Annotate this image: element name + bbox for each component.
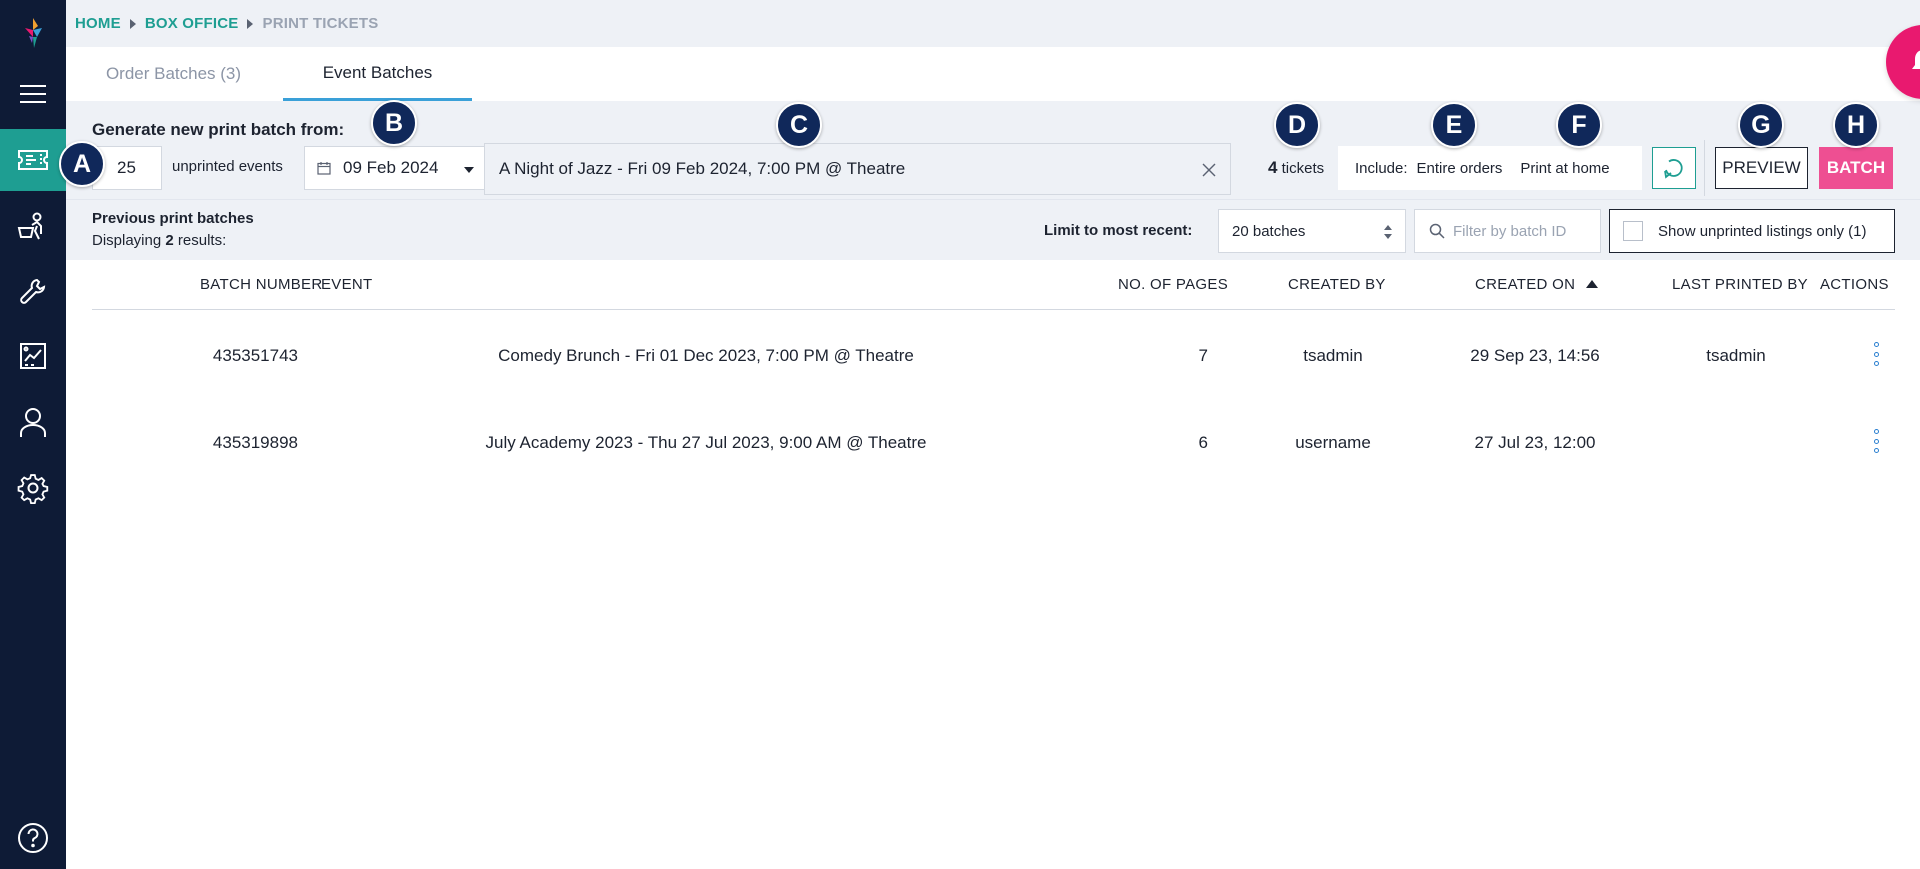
tickets-count: 4 tickets <box>1268 158 1324 178</box>
calendar-icon <box>317 162 331 175</box>
annotation-badge-b: B <box>371 100 417 146</box>
pages-cell: 7 <box>1198 346 1208 365</box>
breadcrumb-box-office-link[interactable]: BOX OFFICE <box>145 15 239 32</box>
table-row: 435319898 July Academy 2023 - Thu 27 Jul… <box>92 397 1895 484</box>
results-count: Displaying 2 results: <box>92 232 226 249</box>
chevron-down-icon <box>464 167 474 173</box>
show-unprinted-toggle[interactable]: Show unprinted listings only (1) <box>1609 209 1895 253</box>
limit-select-value: 20 batches <box>1232 222 1306 240</box>
batch-number-cell: 435319898 <box>212 433 298 452</box>
annotation-badge-f: F <box>1556 102 1602 148</box>
generate-batch-title: Generate new print batch from: <box>92 120 345 139</box>
preview-button[interactable]: PREVIEW <box>1715 147 1808 189</box>
previous-batches-title: Previous print batches <box>92 210 254 227</box>
event-cell: Comedy Brunch - Fri 01 Dec 2023, 7:00 PM… <box>498 346 914 365</box>
header-created-on[interactable]: CREATED ON <box>1475 276 1575 293</box>
breadcrumb: HOME BOX OFFICE PRINT TICKETS <box>66 0 1920 47</box>
sort-arrows-icon <box>1384 225 1392 239</box>
annotation-badge-h: H <box>1833 102 1879 148</box>
breadcrumb-home-link[interactable]: HOME <box>75 15 121 32</box>
header-no-of-pages[interactable]: NO. OF PAGES <box>1118 276 1228 293</box>
event-select[interactable]: A Night of Jazz - Fri 09 Feb 2024, 7:00 … <box>484 143 1231 195</box>
results-suffix: results: <box>177 232 227 249</box>
menu-icon[interactable] <box>0 63 66 125</box>
reports-icon[interactable] <box>0 325 66 387</box>
annotation-badge-a: A <box>59 141 105 187</box>
user-icon[interactable] <box>0 391 66 453</box>
sort-ascending-icon[interactable] <box>1586 280 1598 288</box>
more-actions-icon[interactable] <box>1871 429 1881 453</box>
settings-gear-icon[interactable] <box>0 457 66 519</box>
header-actions: ACTIONS <box>1820 276 1889 293</box>
tab-order-batches[interactable]: Order Batches (3) <box>82 47 265 101</box>
header-last-printed-by[interactable]: LAST PRINTED BY <box>1672 276 1808 293</box>
table-header: BATCH NUMBER EVENT NO. OF PAGES CREATED … <box>92 260 1895 310</box>
search-icon <box>1429 223 1445 239</box>
tab-bar: Order Batches (3) Event Batches <box>66 47 1920 101</box>
created-on-cell: 27 Jul 23, 12:00 <box>1474 433 1596 452</box>
event-select-value: A Night of Jazz - Fri 09 Feb 2024, 7:00 … <box>499 159 906 178</box>
header-batch-number[interactable]: BATCH NUMBER <box>200 276 323 293</box>
include-options: Include: Entire orders Print at home <box>1338 146 1642 190</box>
header-event[interactable]: EVENT <box>321 276 373 293</box>
unprinted-events-label: unprinted events <box>172 158 283 175</box>
created-on-cell: 29 Sep 23, 14:56 <box>1470 346 1600 365</box>
show-unprinted-label: Show unprinted listings only (1) <box>1658 222 1867 240</box>
tickets-number: 4 <box>1268 158 1278 177</box>
ticket-icon[interactable] <box>0 129 66 191</box>
refresh-icon <box>1664 159 1683 179</box>
breadcrumb-current: PRINT TICKETS <box>262 15 379 32</box>
annotation-badge-e: E <box>1431 102 1477 148</box>
filter-batch-field[interactable] <box>1414 209 1601 253</box>
bell-icon <box>1912 50 1920 69</box>
main-content: HOME BOX OFFICE PRINT TICKETS Order Batc… <box>59 0 1920 869</box>
wrench-icon[interactable] <box>0 260 66 322</box>
more-actions-icon[interactable] <box>1871 342 1881 366</box>
limit-select[interactable]: 20 batches <box>1218 209 1406 253</box>
date-picker[interactable]: 09 Feb 2024 <box>304 146 486 190</box>
pages-cell: 6 <box>1198 433 1208 452</box>
previous-batches-panel: Previous print batches Displaying 2 resu… <box>66 199 1920 260</box>
annotation-badge-g: G <box>1738 102 1784 148</box>
refresh-button[interactable] <box>1652 147 1696 189</box>
annotation-badge-c: C <box>776 102 822 148</box>
annotation-badge-d: D <box>1274 102 1320 148</box>
help-icon[interactable] <box>13 818 53 863</box>
filter-batch-input[interactable] <box>1453 222 1588 240</box>
include-print-at-home-option[interactable]: Print at home <box>1520 160 1609 177</box>
batches-table: BATCH NUMBER EVENT NO. OF PAGES CREATED … <box>92 260 1895 484</box>
limit-label: Limit to most recent: <box>1044 222 1193 239</box>
tab-event-batches[interactable]: Event Batches <box>283 47 472 101</box>
logo[interactable] <box>0 2 66 64</box>
include-entire-orders-option[interactable]: Entire orders <box>1417 160 1503 177</box>
results-prefix: Displaying <box>92 232 162 249</box>
date-value: 09 Feb 2024 <box>343 158 439 177</box>
sidebar <box>0 0 66 869</box>
batch-button[interactable]: BATCH <box>1819 147 1893 189</box>
last-printed-by-cell: tsadmin <box>1706 346 1766 365</box>
close-icon[interactable] <box>1202 163 1216 177</box>
created-by-cell: tsadmin <box>1303 346 1363 365</box>
include-label: Include: <box>1355 159 1408 177</box>
show-unprinted-checkbox[interactable] <box>1623 221 1643 241</box>
header-created-by[interactable]: CREATED BY <box>1288 276 1386 293</box>
breadcrumb-separator-icon <box>129 18 136 29</box>
created-by-cell: username <box>1295 433 1371 452</box>
table-row: 435351743 Comedy Brunch - Fri 01 Dec 202… <box>92 310 1895 397</box>
breadcrumb-separator-icon <box>247 18 254 29</box>
results-number: 2 <box>165 232 174 249</box>
tickets-label: tickets <box>1281 160 1325 177</box>
customer-basket-icon[interactable] <box>0 196 66 258</box>
event-cell: July Academy 2023 - Thu 27 Jul 2023, 9:0… <box>485 433 927 452</box>
divider <box>1704 140 1705 196</box>
batch-number-cell: 435351743 <box>212 346 298 365</box>
